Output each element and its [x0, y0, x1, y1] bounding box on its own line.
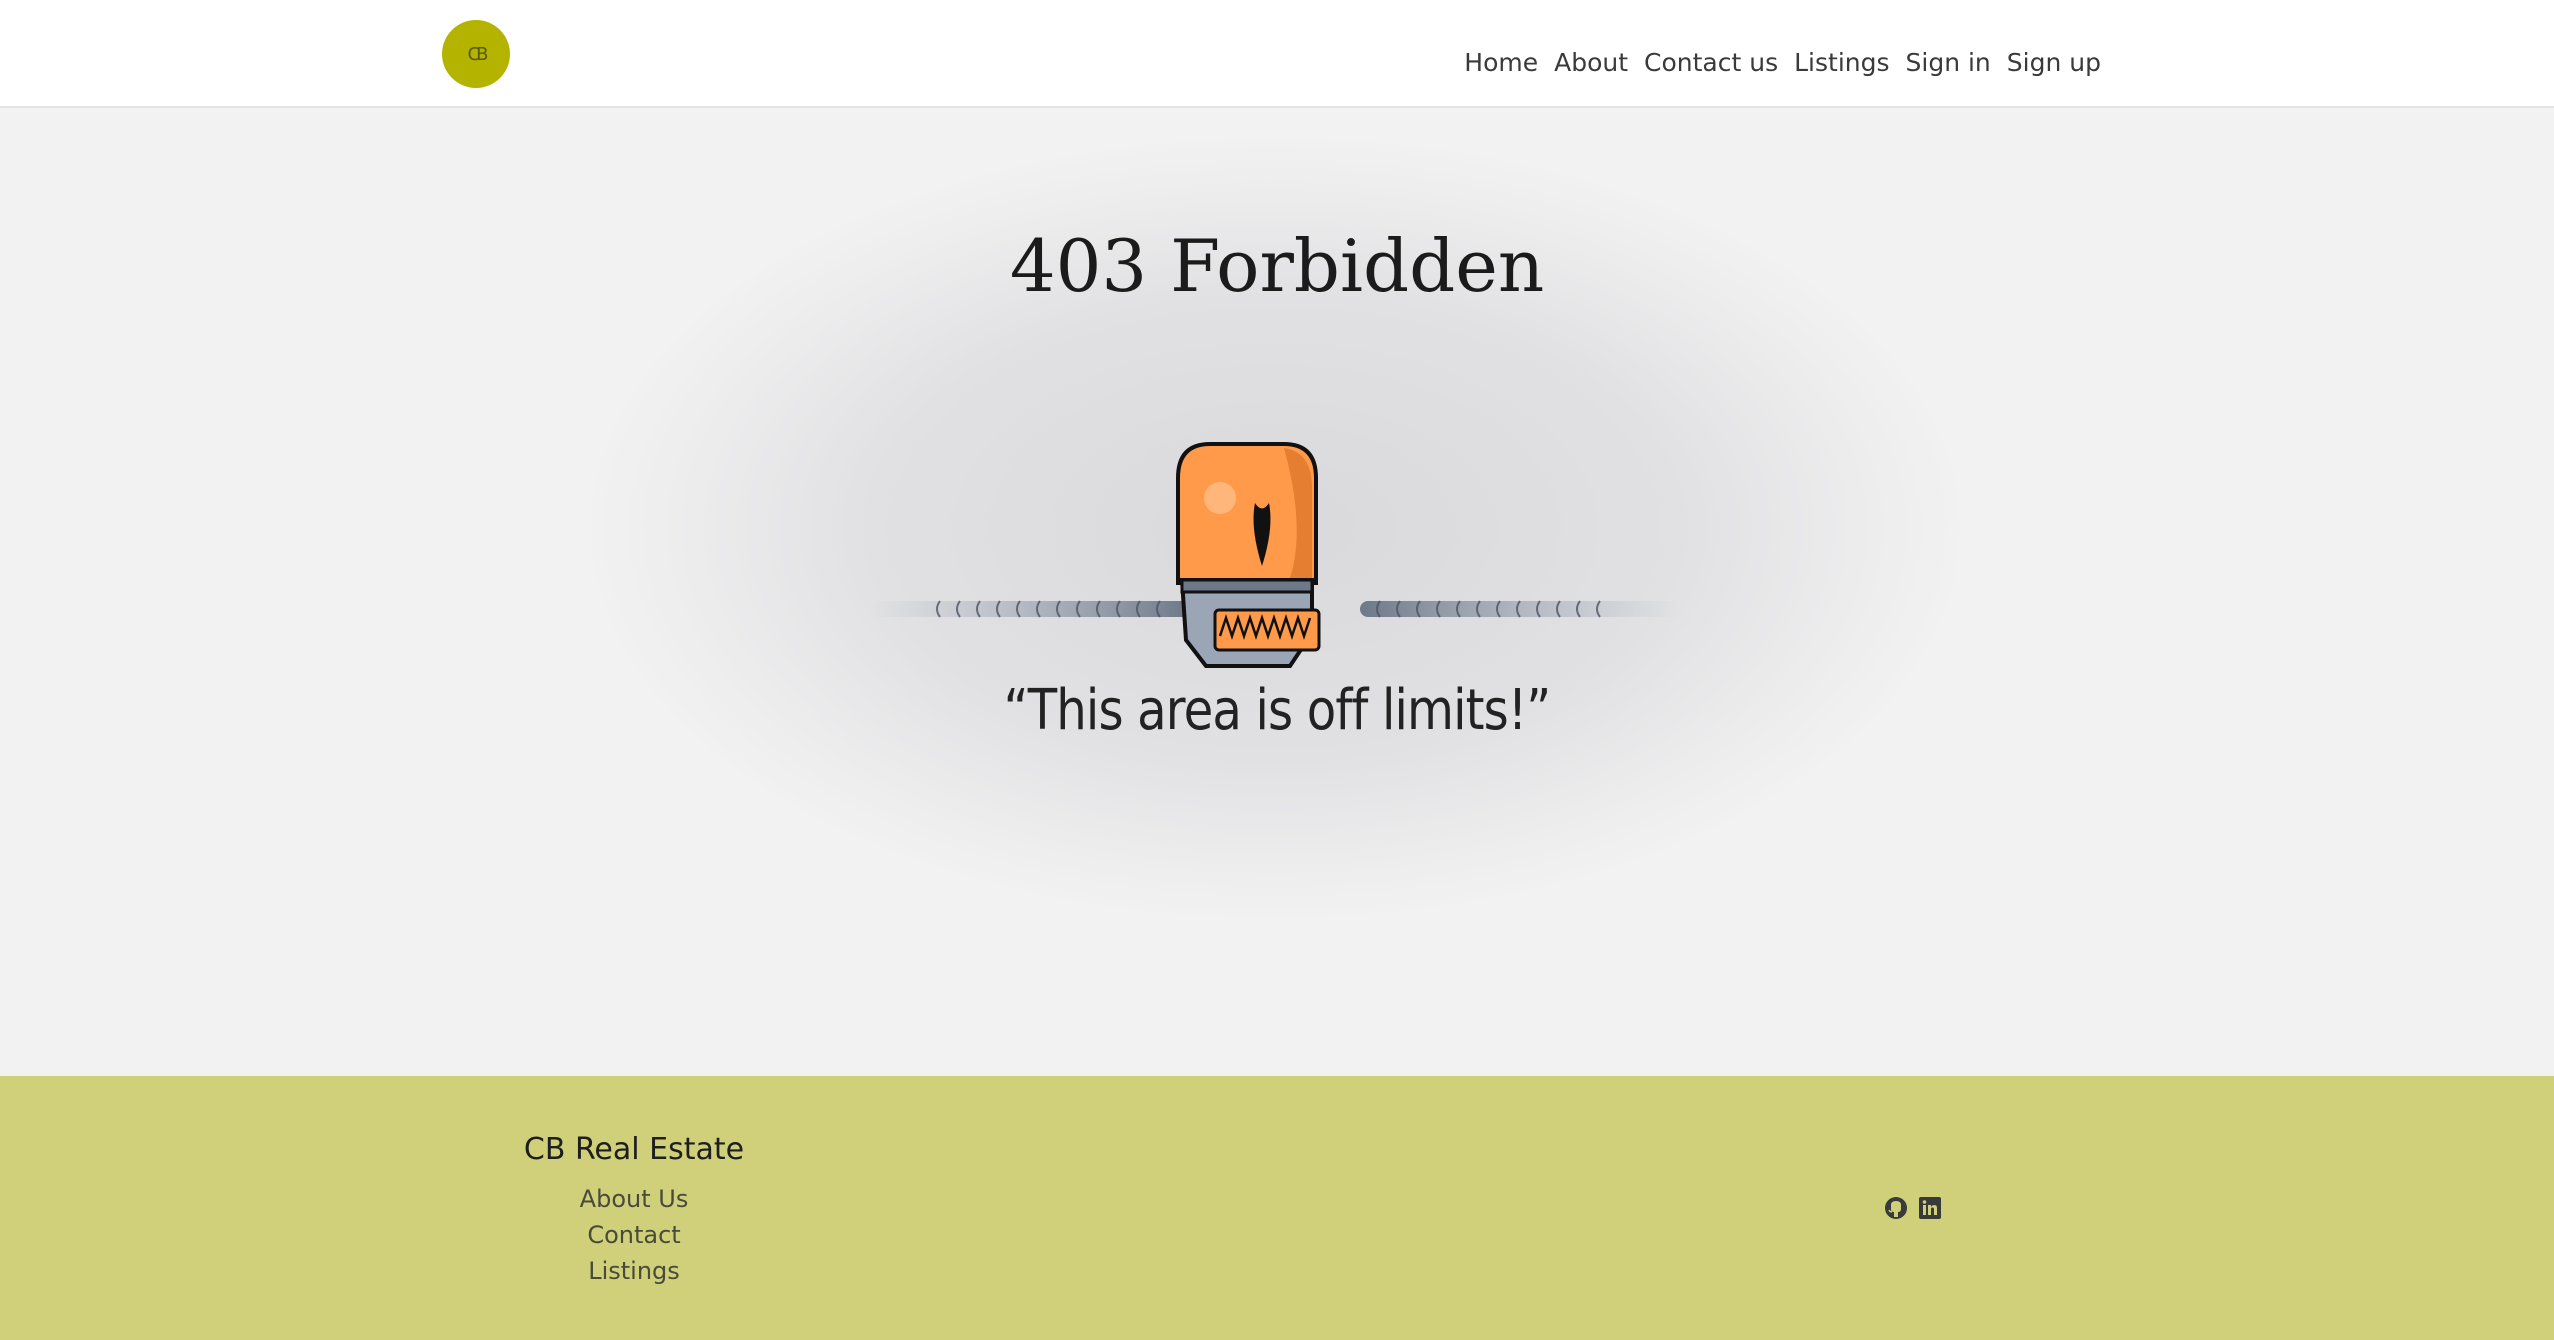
social-links: [1884, 1196, 1942, 1220]
error-title: 403 Forbidden: [1009, 224, 1545, 308]
footer-link-contact[interactable]: Contact: [500, 1217, 768, 1253]
nav-sign-up[interactable]: Sign up: [1999, 48, 2101, 77]
main-content: 403 Forbidden “This area is off limits!”: [0, 108, 2554, 1076]
robot-head: [1176, 442, 1321, 668]
footer-links-column: CB Real Estate About Us Contact Listings: [500, 1132, 768, 1289]
error-quote: “This area is off limits!”: [1003, 678, 1552, 743]
linkedin-icon[interactable]: [1918, 1196, 1942, 1220]
robot-illustration: [870, 442, 1680, 668]
nav-listings[interactable]: Listings: [1786, 48, 1897, 77]
nav-contact-us[interactable]: Contact us: [1636, 48, 1786, 77]
logo-text: CB: [467, 43, 489, 65]
github-icon[interactable]: [1884, 1196, 1908, 1220]
main-nav: Home About Contact us Listings Sign in S…: [1456, 48, 2101, 77]
site-header: CB Home About Contact us Listings Sign i…: [0, 0, 2554, 108]
nav-about[interactable]: About: [1546, 48, 1636, 77]
robot-left-arm: [870, 600, 1190, 618]
footer-title: CB Real Estate: [523, 1132, 745, 1167]
footer-link-listings[interactable]: Listings: [500, 1253, 768, 1289]
site-footer: CB Real Estate About Us Contact Listings: [0, 1076, 2554, 1340]
robot-right-arm: [1360, 600, 1680, 618]
logo[interactable]: CB: [442, 20, 510, 88]
nav-sign-in[interactable]: Sign in: [1898, 48, 1999, 77]
nav-home[interactable]: Home: [1456, 48, 1546, 77]
footer-link-about-us[interactable]: About Us: [500, 1181, 768, 1217]
